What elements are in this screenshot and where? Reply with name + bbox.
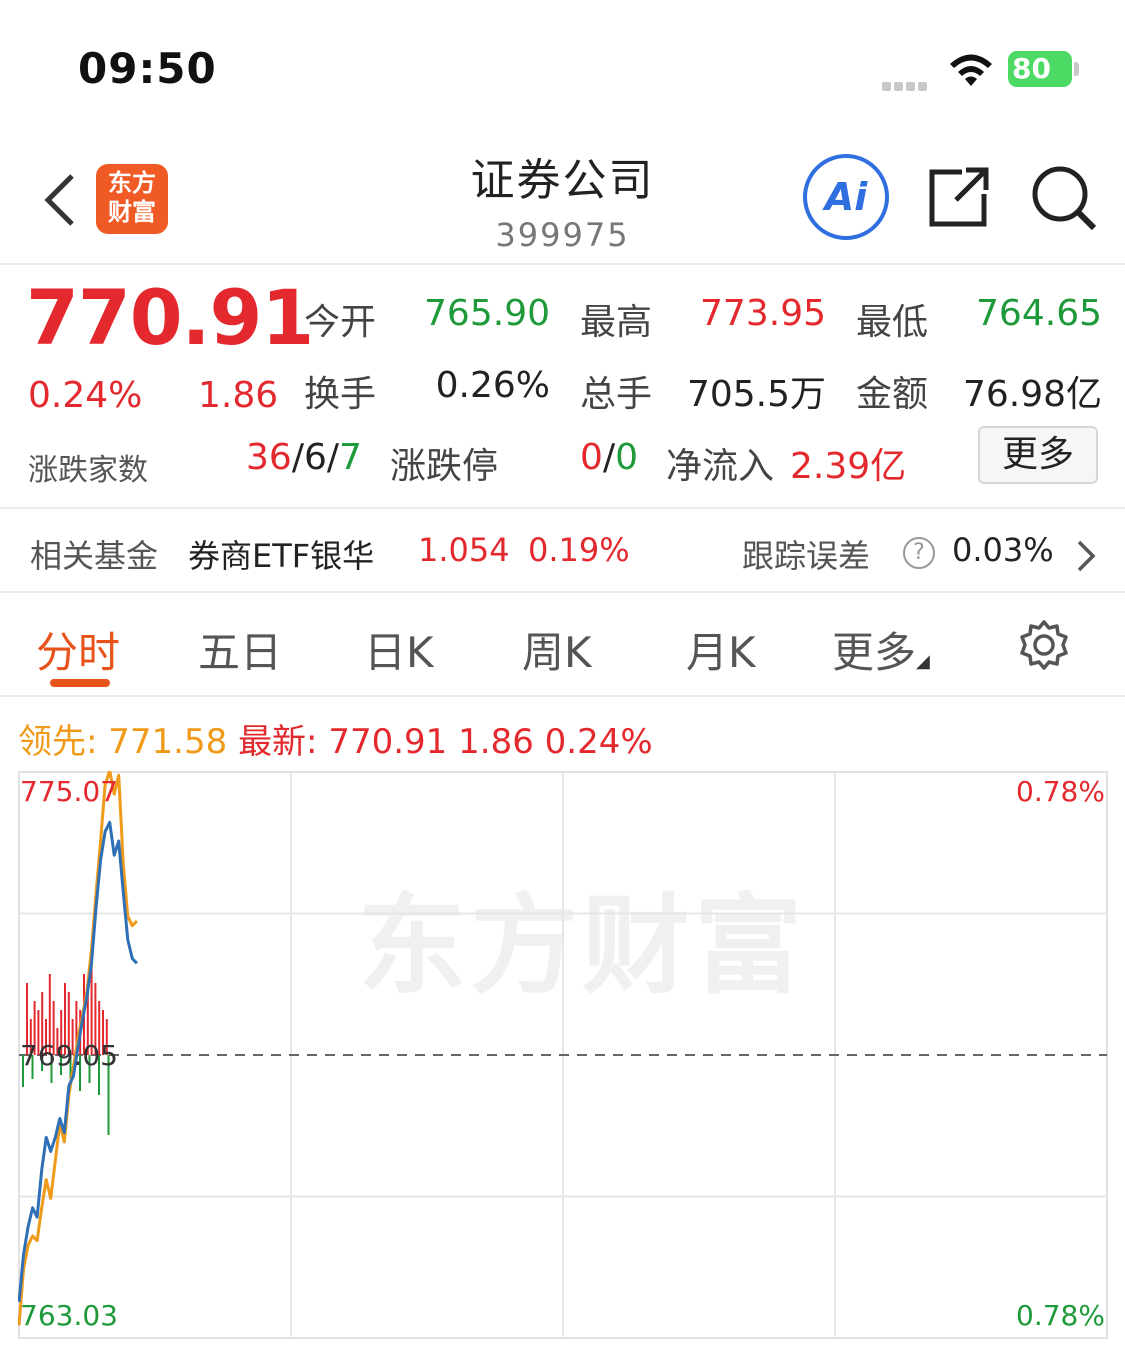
limit-counts: 0/0 (560, 437, 638, 478)
pct-min-label: 0.78% (1016, 1299, 1105, 1332)
limit-label: 涨跌停 (390, 446, 499, 487)
stat-label-volume: 总手 (580, 374, 653, 415)
chevron-right-icon (1074, 539, 1098, 577)
battery-icon: 80 (1008, 51, 1072, 87)
last-price: 770.91 (26, 273, 314, 362)
latest-percent: 0.24% (544, 722, 653, 762)
lead-label: 领先: (18, 722, 98, 762)
gear-icon[interactable] (1018, 619, 1070, 675)
lead-value: 771.58 (108, 722, 228, 762)
latest-change: 1.86 (458, 722, 534, 762)
chart-tabs: 分时 五日 日K 周K 月K 更多◢ (0, 593, 1125, 697)
quote-panel: 770.91 0.24% 1.86 今开 765.90 最高 773.95 最低… (0, 267, 1125, 507)
dropdown-triangle-icon: ◢ (916, 651, 930, 672)
stat-label-turnover: 换手 (304, 374, 377, 415)
stat-value-low: 764.65 (976, 293, 1102, 334)
breadth-down: 7 (339, 437, 362, 478)
stat-label-open: 今开 (304, 302, 377, 343)
share-icon[interactable] (926, 164, 992, 234)
change-value: 1.86 (198, 375, 279, 416)
stat-label-low: 最低 (856, 302, 929, 343)
stat-value-open: 765.90 (424, 293, 550, 334)
battery-level: 80 (1012, 52, 1051, 85)
tab-monthly-k[interactable]: 月K (686, 619, 756, 680)
inflow-label: 净流入 (666, 446, 775, 487)
fund-label: 相关基金 (30, 537, 159, 575)
stat-value-turnover: 0.26% (435, 365, 550, 406)
limit-separator: / (602, 437, 616, 478)
breadth-flat: 6 (303, 437, 327, 478)
breadth-counts: 36/6/7 (246, 437, 362, 478)
search-icon[interactable] (1030, 164, 1098, 236)
fund-price: 1.054 (418, 531, 510, 569)
wifi-icon (946, 50, 996, 92)
pct-max-label: 0.78% (1016, 775, 1105, 808)
latest-label: 最新: (238, 722, 318, 762)
active-tab-indicator (50, 679, 110, 687)
fund-change: 0.19% (528, 531, 630, 569)
stat-value-high: 773.95 (700, 293, 826, 334)
tracking-error-label: 跟踪误差 (742, 537, 871, 575)
intraday-chart[interactable]: 东方财富 775.07 769.05 763.03 0.78% 0.78% (18, 771, 1108, 1339)
breadth-up: 36 (246, 437, 292, 478)
cellular-signal-icon (882, 76, 930, 95)
inflow-value: 2.39亿 (790, 446, 907, 487)
y-max-label: 775.07 (20, 775, 118, 808)
help-icon[interactable]: ? (903, 537, 935, 569)
tab-intraday[interactable]: 分时 (36, 619, 120, 680)
tab-five-day[interactable]: 五日 (198, 619, 282, 680)
nav-bar: 东方 财富 证券公司 399975 Ai (0, 130, 1125, 265)
stat-value-volume: 705.5万 (686, 374, 826, 415)
change-percent: 0.24% (28, 375, 143, 416)
tracking-error-value: 0.03% (952, 531, 1054, 569)
stat-label-high: 最高 (580, 302, 653, 343)
latest-value: 770.91 (328, 722, 448, 762)
y-mid-label: 769.05 (20, 1039, 118, 1072)
stat-label-amount: 金额 (856, 374, 929, 415)
tab-daily-k[interactable]: 日K (364, 619, 434, 680)
related-fund-row[interactable]: 相关基金 券商ETF银华 1.054 0.19% 跟踪误差 ? 0.03% (0, 507, 1125, 593)
chart-canvas (18, 771, 1108, 1339)
breadth-label: 涨跌家数 (28, 453, 148, 488)
tab-more-label: 更多 (832, 628, 917, 677)
chart-legend: 领先: 771.58 最新: 770.91 1.86 0.24% (18, 714, 653, 763)
status-time: 09:50 (78, 44, 217, 93)
stat-value-amount: 76.98亿 (962, 374, 1102, 415)
status-bar: 09:50 80 (0, 0, 1125, 130)
limit-down: 0 (615, 437, 638, 478)
tab-weekly-k[interactable]: 周K (522, 619, 592, 680)
battery-cap (1074, 62, 1079, 76)
y-min-label: 763.03 (20, 1299, 118, 1332)
fund-name: 券商ETF银华 (188, 537, 375, 575)
tab-more[interactable]: 更多◢ (832, 619, 930, 680)
more-stats-button[interactable]: 更多 (978, 426, 1098, 484)
limit-up: 0 (580, 437, 603, 478)
ai-assistant-button[interactable]: Ai (803, 154, 889, 240)
